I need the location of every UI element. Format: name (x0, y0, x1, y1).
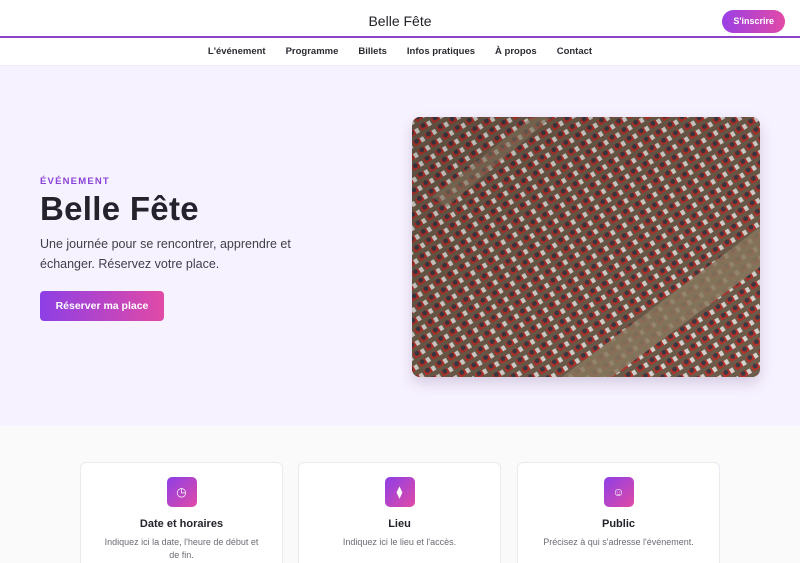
hero-title: Belle Fête (40, 190, 199, 227)
nav-item-a-propos[interactable]: À propos (495, 46, 537, 57)
site-header: Belle Fête S'inscrire (0, 0, 800, 38)
people-icon: ☺ (603, 477, 634, 507)
reserve-button[interactable]: Réserver ma place (40, 291, 164, 321)
location-pin-icon: ⧫ (384, 477, 415, 507)
feature-card-public: ☺ Public Précisez à qui s'adresse l'évén… (517, 462, 720, 563)
main-nav: L'événement Programme Billets Infos prat… (0, 38, 800, 66)
signup-button[interactable]: S'inscrire (722, 10, 785, 33)
site-brand[interactable]: Belle Fête (0, 0, 800, 38)
feature-card-date: ◷ Date et horaires Indiquez ici la date,… (80, 462, 283, 563)
feature-title: Public (601, 518, 635, 530)
nav-item-contact[interactable]: Contact (557, 46, 592, 57)
feature-text: Indiquez ici la date, l'heure de début e… (104, 537, 259, 560)
features-section: ◷ Date et horaires Indiquez ici la date,… (0, 426, 800, 563)
nav-item-infos-pratiques[interactable]: Infos pratiques (407, 46, 475, 57)
hero-subtitle: Une journée pour se rencontrer, apprendr… (40, 237, 291, 271)
nav-item-billets[interactable]: Billets (358, 46, 387, 57)
hero-eyebrow: ÉVÉNEMENT (40, 176, 110, 187)
hero-section: ÉVÉNEMENT Belle Fête Une journée pour se… (0, 66, 800, 426)
nav-item-evenement[interactable]: L'événement (208, 46, 266, 57)
nav-item-programme[interactable]: Programme (286, 46, 339, 57)
feature-text: Indiquez ici le lieu et l'accès. (342, 537, 457, 547)
auditorium-photo (412, 117, 760, 377)
feature-card-lieu: ⧫ Lieu Indiquez ici le lieu et l'accès. (298, 462, 501, 563)
feature-title: Date et horaires (139, 518, 224, 530)
feature-text: Précisez à qui s'adresse l'événement. (543, 537, 694, 547)
clock-icon: ◷ (166, 477, 197, 507)
feature-title: Lieu (388, 518, 411, 530)
